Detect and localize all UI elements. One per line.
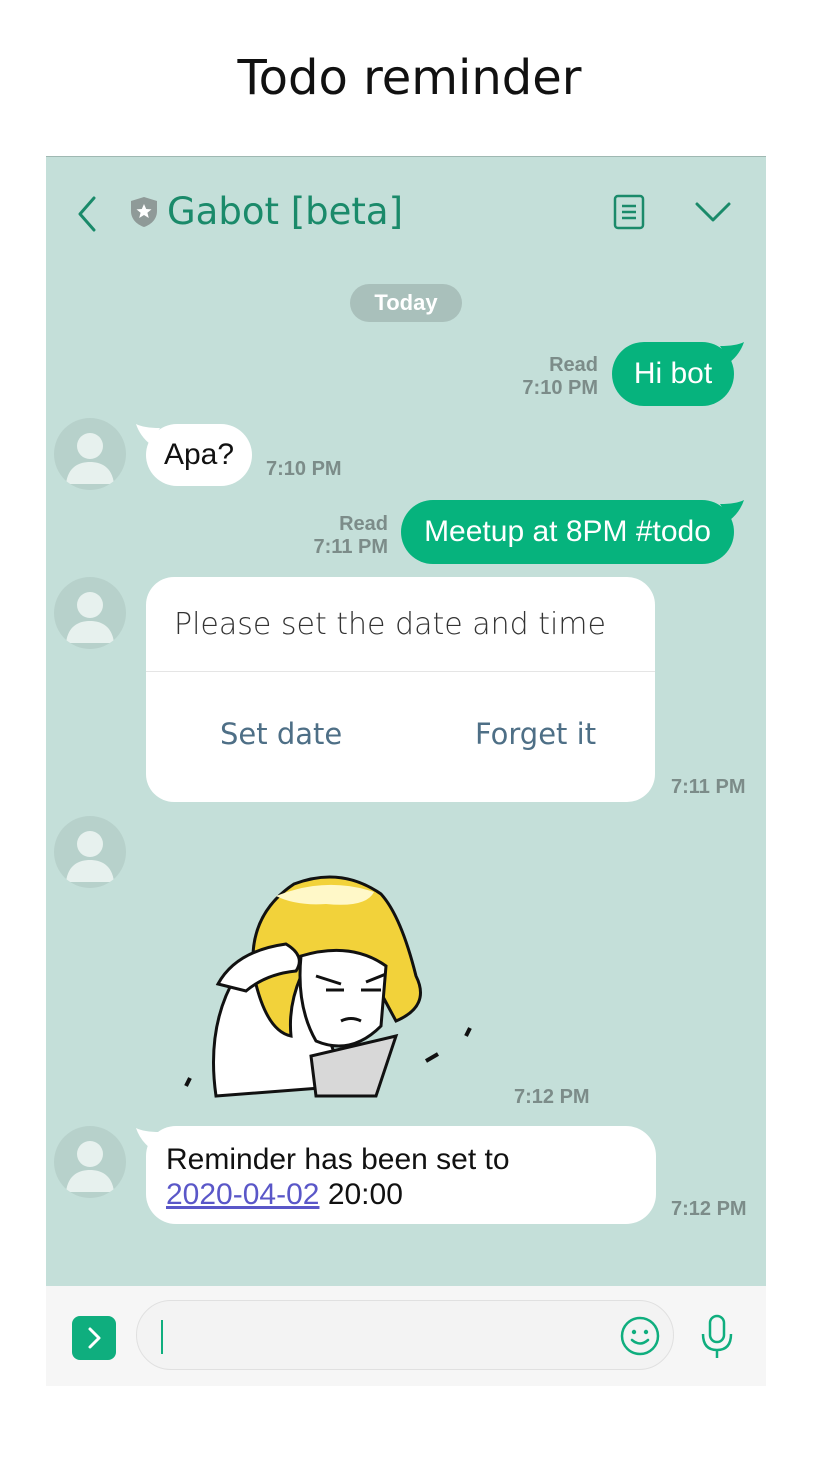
message-meta: Read 7:10 PM <box>522 354 598 400</box>
message-time: 7:11 PM <box>671 776 746 798</box>
mic-icon[interactable] <box>700 1314 734 1360</box>
message-time: 7:10 PM <box>266 458 342 480</box>
bubble-tail <box>720 500 744 520</box>
message-text: Reminder has been set to 2020-04-02 20:0… <box>166 1142 510 1212</box>
incoming-message: Reminder has been set to 2020-04-02 20:0… <box>146 1126 656 1224</box>
date-link[interactable]: 2020-04-02 <box>166 1178 319 1211</box>
plus-icon[interactable] <box>72 1316 116 1360</box>
card-message: Please set the date and time <box>174 607 606 642</box>
sticker-image[interactable] <box>176 856 476 1106</box>
avatar[interactable] <box>54 577 126 649</box>
incoming-message[interactable]: Apa? <box>146 424 252 486</box>
avatar[interactable] <box>54 816 126 888</box>
menu-icon[interactable] <box>613 194 645 230</box>
chevron-down-icon[interactable] <box>695 198 731 226</box>
message-time: 7:10 PM <box>522 377 598 399</box>
bubble-tail <box>720 342 744 362</box>
message-meta: Read 7:11 PM <box>314 513 388 559</box>
emoji-icon[interactable] <box>619 1315 661 1357</box>
back-icon[interactable] <box>74 196 102 232</box>
reminder-datetime: 2020-04-02 20:00 <box>166 1177 510 1212</box>
avatar[interactable] <box>54 1126 126 1198</box>
reminder-time: 20:00 <box>327 1178 403 1211</box>
message-text: Meetup at 8PM #todo <box>424 515 711 548</box>
message-time: 7:11 PM <box>313 536 388 558</box>
message-text: Hi bot <box>633 357 713 390</box>
read-status: Read <box>549 354 598 376</box>
input-bar <box>46 1286 766 1386</box>
reminder-text: Reminder has been set to <box>166 1143 510 1176</box>
forget-it-button[interactable]: Forget it <box>475 717 596 751</box>
action-card: Please set the date and time Set date Fo… <box>146 577 655 802</box>
outgoing-message[interactable]: Hi bot <box>612 342 734 406</box>
divider <box>146 671 655 672</box>
divider <box>46 156 766 157</box>
shield-icon <box>130 196 158 228</box>
avatar[interactable] <box>54 418 126 490</box>
set-date-button[interactable]: Set date <box>220 717 342 751</box>
read-status: Read <box>339 513 388 535</box>
text-caret <box>161 1320 163 1354</box>
date-divider: Today <box>350 284 462 322</box>
page-title: Todo reminder <box>237 50 582 106</box>
message-time: 7:12 PM <box>514 1086 590 1108</box>
chat-name[interactable]: Gabot [beta] <box>167 190 403 233</box>
message-input[interactable] <box>136 1300 674 1370</box>
outgoing-message[interactable]: Meetup at 8PM #todo <box>401 500 734 564</box>
message-text: Apa? <box>163 438 235 471</box>
chat-screen: Gabot [beta] Today Read 7:10 PM Hi bot A… <box>46 156 766 1386</box>
message-time: 7:12 PM <box>671 1198 747 1220</box>
